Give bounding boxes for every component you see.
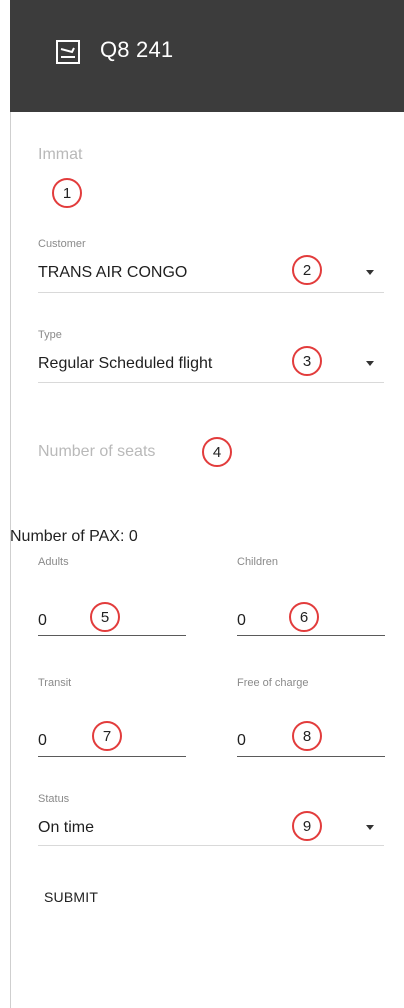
children-label: Children: [237, 556, 278, 568]
page-title: Q8 241: [100, 37, 174, 62]
free-of-charge-label: Free of charge: [237, 677, 309, 689]
pax-total-heading: Number of PAX: 0: [10, 528, 138, 545]
adults-field[interactable]: 0: [38, 612, 47, 630]
customer-underline: [38, 292, 384, 293]
chevron-down-icon[interactable]: [366, 825, 374, 830]
free-of-charge-field[interactable]: 0: [237, 732, 246, 750]
adults-label: Adults: [38, 556, 69, 568]
annotation-badge-4: 4: [202, 437, 232, 467]
type-select[interactable]: Regular Scheduled flight: [38, 355, 212, 373]
panel-left-border: [10, 112, 11, 1008]
submit-button[interactable]: SUBMIT: [44, 889, 98, 905]
transit-label: Transit: [38, 677, 72, 689]
annotation-badge-9: 9: [292, 811, 322, 841]
annotation-badge-6: 6: [289, 602, 319, 632]
annotation-badge-7: 7: [92, 721, 122, 751]
annotation-badge-3: 3: [292, 346, 322, 376]
children-underline: [237, 635, 385, 636]
status-label: Status: [38, 793, 70, 805]
transit-field[interactable]: 0: [38, 732, 47, 750]
header-bar: Q8 241: [10, 0, 404, 112]
transit-underline: [38, 756, 186, 757]
type-label: Type: [38, 329, 62, 341]
status-underline: [38, 845, 384, 846]
chevron-down-icon[interactable]: [366, 270, 374, 275]
annotation-badge-2: 2: [292, 255, 322, 285]
status-select[interactable]: On time: [38, 819, 94, 837]
customer-select[interactable]: TRANS AIR CONGO: [38, 264, 187, 282]
flight-icon: [56, 40, 80, 64]
adults-underline: [38, 635, 186, 636]
annotation-badge-8: 8: [292, 721, 322, 751]
immat-input[interactable]: Immat: [38, 146, 82, 164]
customer-label: Customer: [38, 238, 86, 250]
seats-input[interactable]: Number of seats: [38, 443, 155, 461]
children-field[interactable]: 0: [237, 612, 246, 630]
type-underline: [38, 382, 384, 383]
chevron-down-icon[interactable]: [366, 361, 374, 366]
annotation-badge-5: 5: [90, 602, 120, 632]
annotation-badge-1: 1: [52, 178, 82, 208]
free-of-charge-underline: [237, 756, 385, 757]
